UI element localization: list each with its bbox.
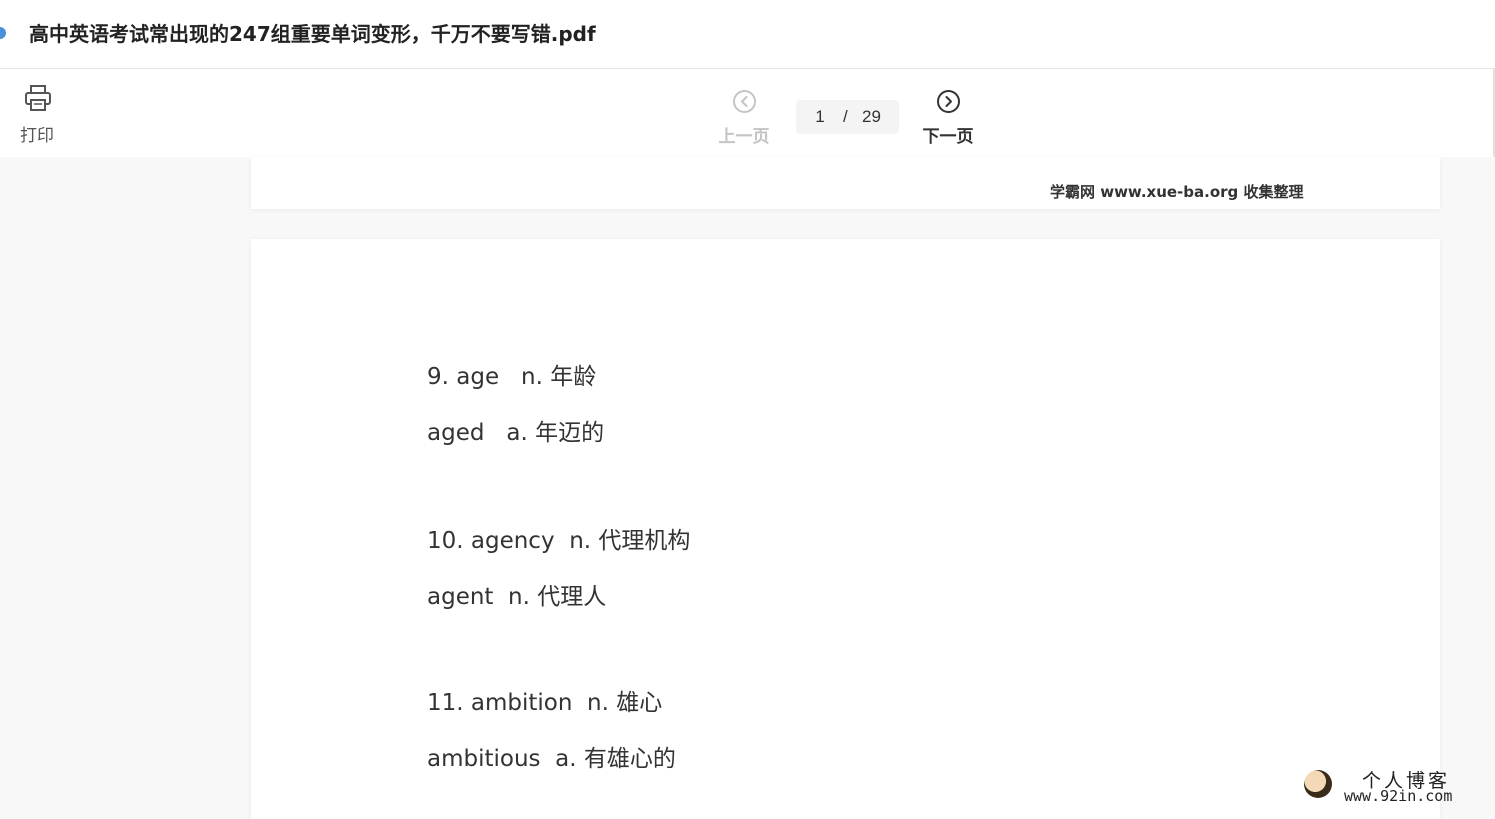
page-footer: 学霸网 www.xue-ba.org 收集整理 — [1050, 183, 1304, 201]
document-title: 高中英语考试常出现的247组重要单词变形，千万不要写错.pdf — [29, 22, 596, 46]
page-indicator: 1 / 29 — [796, 100, 899, 134]
print-label: 打印 — [20, 126, 54, 146]
word-entry: agent n. 代理人 — [427, 584, 607, 610]
title-bar: 高中英语考试常出现的247组重要单词变形，千万不要写错.pdf — [0, 0, 1495, 69]
document-page: 9. age n. 年龄 aged a. 年迈的 10. agency n. 代… — [251, 239, 1440, 819]
print-button[interactable]: 打印 — [14, 83, 64, 146]
next-page-label: 下一页 — [922, 127, 974, 147]
chevron-left-circle-icon — [733, 90, 756, 113]
word-entry: 9. age n. 年龄 — [427, 364, 597, 390]
next-page-button[interactable]: 下一页 — [913, 89, 983, 147]
page-separator: / — [843, 107, 848, 126]
app-icon — [0, 27, 6, 39]
previous-page-button[interactable]: 上一页 — [709, 89, 779, 147]
previous-page-label: 上一页 — [718, 127, 770, 147]
document-page-previous: 学霸网 www.xue-ba.org 收集整理 — [251, 157, 1440, 209]
word-entry: ambitious a. 有雄心的 — [427, 746, 676, 772]
viewer-toolbar: 打印 上一页 1 / 29 下一页 — [0, 69, 1495, 157]
blog-watermark: 个人博客 www.92in.com — [1300, 766, 1490, 806]
current-page-input[interactable]: 1 — [796, 107, 844, 127]
word-entry: 11. ambition n. 雄心 — [427, 690, 663, 716]
total-pages: 29 — [862, 107, 881, 126]
avatar — [1304, 770, 1332, 798]
word-entry: 10. agency n. 代理机构 — [427, 528, 691, 554]
chevron-right-circle-icon — [937, 90, 960, 113]
word-entry: aged a. 年迈的 — [427, 420, 605, 446]
printer-icon — [25, 85, 51, 111]
blog-url: www.92in.com — [1344, 787, 1453, 805]
